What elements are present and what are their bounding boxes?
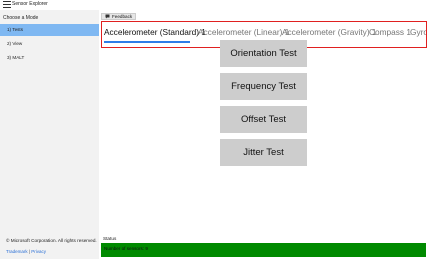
button-label: Orientation Test — [230, 48, 297, 59]
button-label: Frequency Test — [231, 81, 296, 92]
button-label: Jitter Test — [243, 147, 284, 158]
sidebar-item-malt[interactable]: 3) MALT — [0, 52, 99, 64]
offset-test-button[interactable]: Offset Test — [220, 106, 307, 133]
trademark-link[interactable]: Trademark — [6, 249, 28, 254]
frequency-test-button[interactable]: Frequency Test — [220, 73, 307, 100]
sidebar-item-label: 1) Tests — [7, 27, 23, 32]
legal-links: Trademark | Privacy — [6, 249, 46, 254]
sidebar-item-label: 2) View — [7, 41, 23, 46]
hamburger-menu-icon[interactable] — [3, 1, 11, 8]
tab-accelerometer-gravity[interactable]: Accelerometer (Gravity) 1 — [282, 27, 377, 37]
sidebar-item-label: 3) MALT — [7, 55, 25, 60]
status-label: Status — [103, 236, 117, 241]
status-bar: Number of sensors: 9 — [101, 243, 426, 257]
active-tab-indicator — [104, 41, 190, 43]
tab-compass[interactable]: Compass 1 — [369, 27, 411, 37]
main-content: Feedback Accelerometer (Standard) 1 Acce… — [99, 10, 428, 259]
privacy-link[interactable]: Privacy — [31, 249, 46, 254]
copyright-text: © Microsoft Corporation. All rights rese… — [6, 238, 97, 243]
app-title: Sensor Explorer — [12, 1, 48, 7]
tab-gyro[interactable]: Gyro — [410, 27, 426, 37]
button-label: Offset Test — [240, 114, 287, 125]
status-message: Number of sensors: 9 — [104, 246, 148, 251]
sidebar-header: Choose a Mode — [3, 15, 39, 21]
app-window: Sensor Explorer Choose a Mode 1) Tests 2… — [0, 0, 428, 259]
jitter-test-button[interactable]: Jitter Test — [220, 139, 307, 166]
tab-accelerometer-standard[interactable]: Accelerometer (Standard) 1 — [104, 27, 206, 37]
title-bar: Sensor Explorer — [0, 0, 428, 10]
feedback-button[interactable]: Feedback — [101, 13, 137, 20]
link-separator: | — [28, 249, 31, 254]
sidebar: Choose a Mode 1) Tests 2) View 3) MALT ©… — [0, 10, 99, 259]
sidebar-item-tests[interactable]: 1) Tests — [0, 24, 99, 36]
tab-accelerometer-linear[interactable]: Accelerometer (Linear) 1 — [198, 27, 289, 37]
feedback-icon — [105, 14, 110, 19]
orientation-test-button[interactable]: Orientation Test — [220, 40, 307, 67]
feedback-label: Feedback — [112, 14, 133, 19]
sidebar-item-view[interactable]: 2) View — [0, 38, 99, 50]
